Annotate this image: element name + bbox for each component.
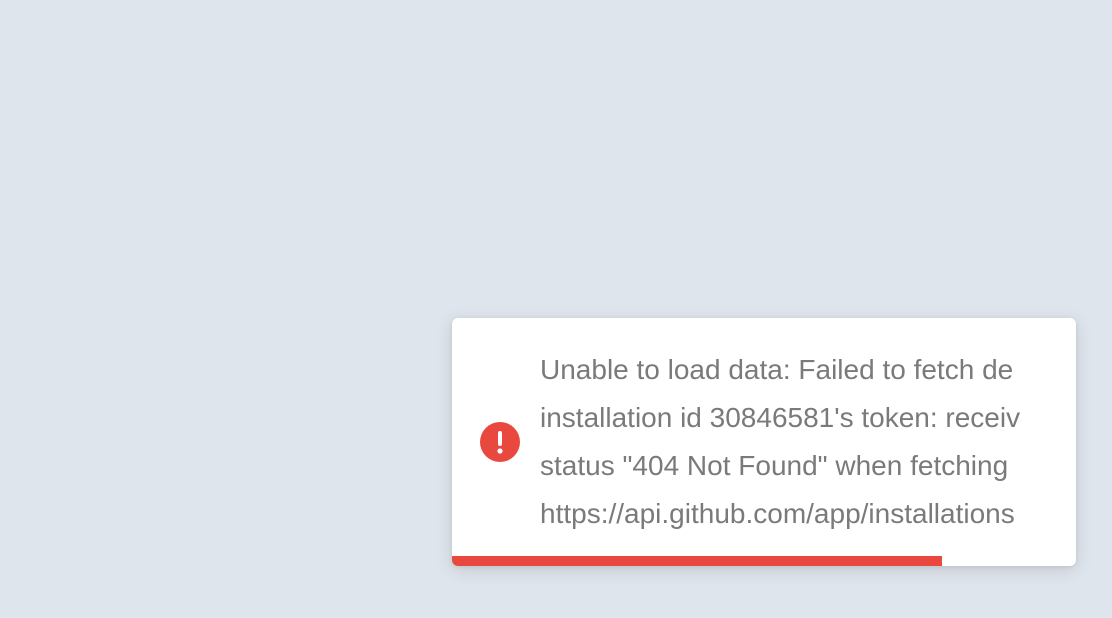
toast-message-line: status "404 Not Found" when fetching — [540, 450, 1009, 481]
toast-timer-progress-bar — [452, 556, 942, 566]
toast-message-line: installation id 30846581's token: receiv — [540, 402, 1021, 433]
exclamation-circle-icon — [480, 422, 520, 462]
toast-message-line: Unable to load data: Failed to fetch de — [540, 354, 1014, 385]
toast-message-line: https://api.github.com/app/installations — [540, 498, 1015, 529]
error-toast[interactable]: Unable to load data: Failed to fetch de … — [452, 318, 1076, 566]
toast-message: Unable to load data: Failed to fetch de … — [540, 346, 1076, 538]
